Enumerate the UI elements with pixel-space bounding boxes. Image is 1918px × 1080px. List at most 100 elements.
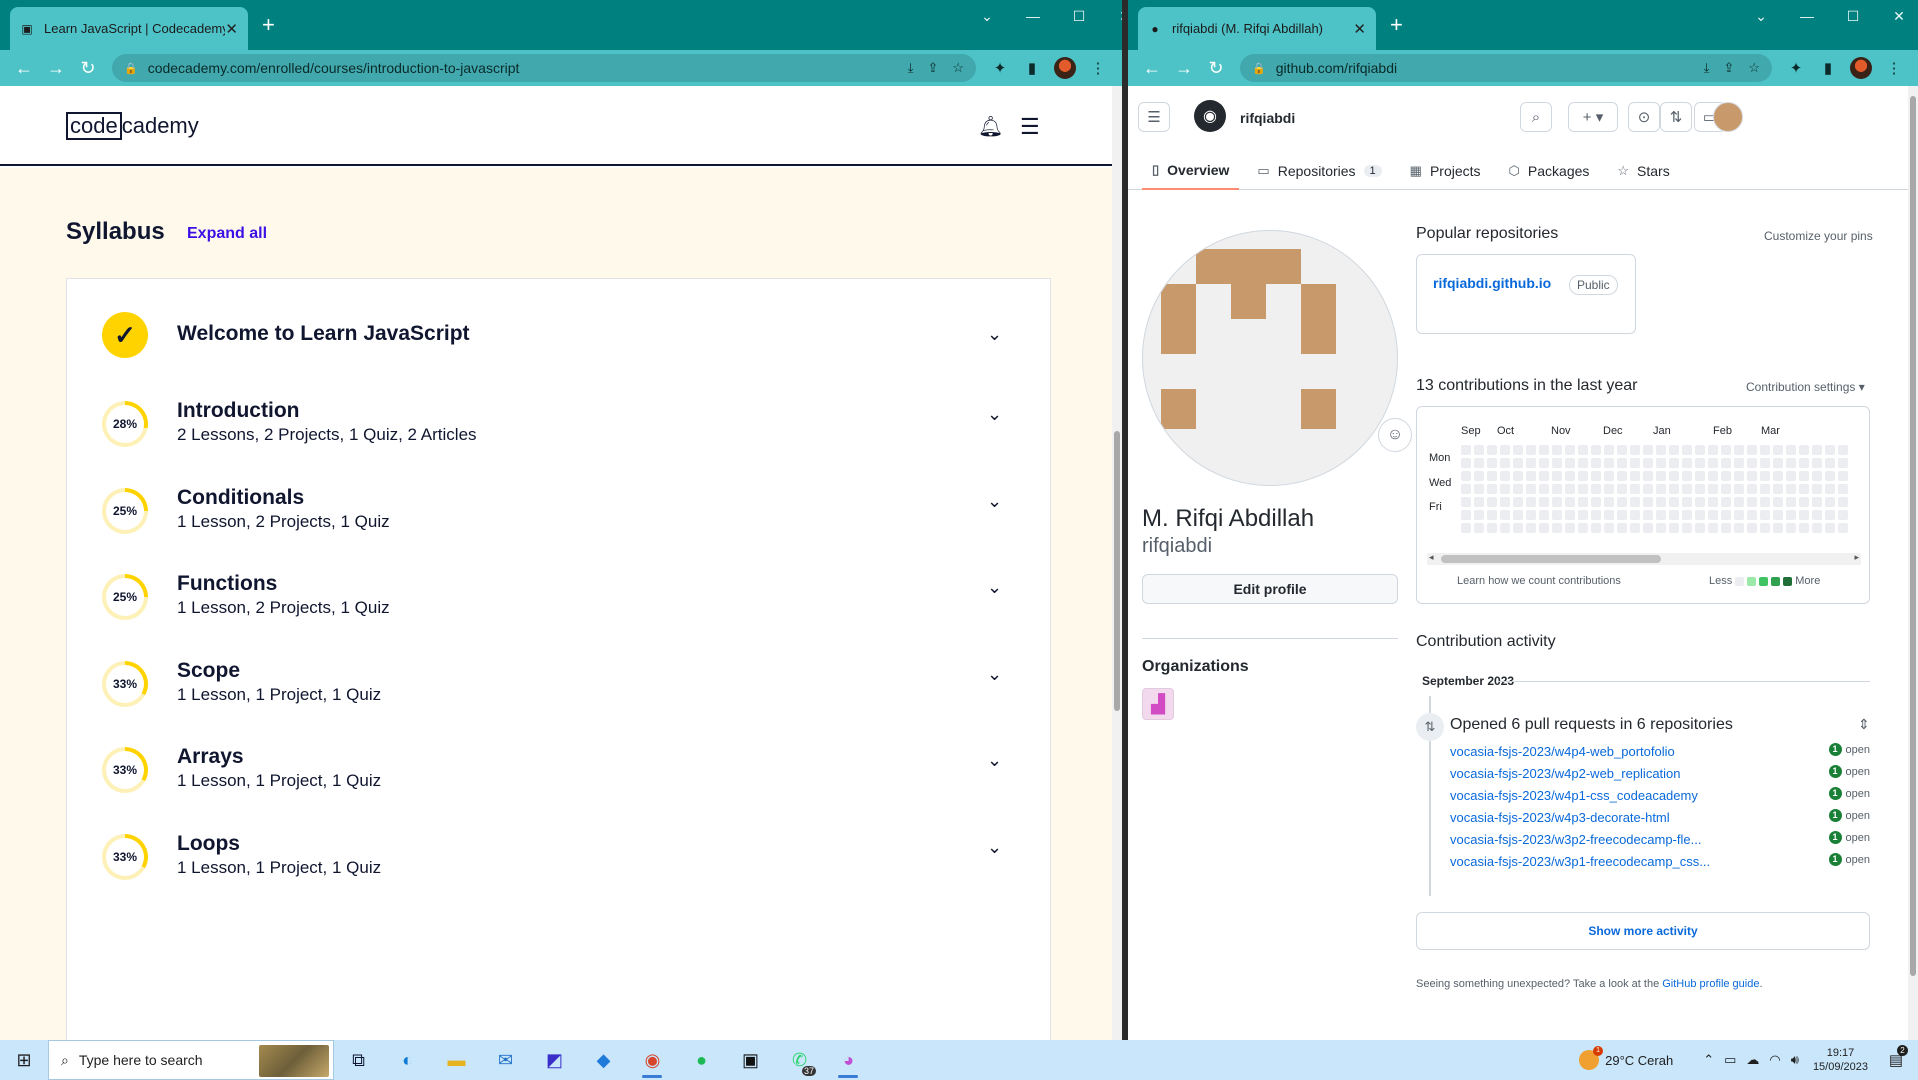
chevron-down-icon[interactable]: ⌄ bbox=[987, 750, 1002, 771]
contribution-cell[interactable] bbox=[1812, 497, 1822, 507]
contribution-cell[interactable] bbox=[1500, 458, 1510, 468]
contribution-cell[interactable] bbox=[1734, 510, 1744, 520]
sidepanel-icon[interactable]: ▮ bbox=[1016, 59, 1048, 77]
tab-stars[interactable]: ☆ Stars bbox=[1607, 152, 1679, 190]
scroll-right-arrow-icon[interactable]: ▸ bbox=[1854, 552, 1859, 563]
chevron-down-icon[interactable]: ⌄ bbox=[987, 577, 1002, 598]
contribution-cell[interactable] bbox=[1721, 445, 1731, 455]
contribution-cell[interactable] bbox=[1591, 445, 1601, 455]
contribution-cell[interactable] bbox=[1786, 458, 1796, 468]
discord-icon[interactable]: ◕ bbox=[824, 1040, 873, 1080]
contribution-cell[interactable] bbox=[1838, 510, 1848, 520]
customize-pins-link[interactable]: Customize your pins bbox=[1764, 229, 1873, 243]
contribution-cell[interactable] bbox=[1604, 510, 1614, 520]
contribution-cell[interactable] bbox=[1643, 523, 1653, 533]
contribution-cell[interactable] bbox=[1825, 458, 1835, 468]
extensions-icon[interactable]: ✦ bbox=[984, 59, 1016, 77]
contribution-cell[interactable] bbox=[1682, 471, 1692, 481]
taskbar-search-box[interactable]: ⌕ Type here to search bbox=[48, 1040, 334, 1080]
contribution-cell[interactable] bbox=[1513, 458, 1523, 468]
contribution-cell[interactable] bbox=[1838, 445, 1848, 455]
contribution-cell[interactable] bbox=[1526, 497, 1536, 507]
contribution-cell[interactable] bbox=[1773, 523, 1783, 533]
contribution-cell[interactable] bbox=[1539, 510, 1549, 520]
create-new-button[interactable]: + ▾ bbox=[1568, 102, 1618, 132]
contribution-cell[interactable] bbox=[1643, 445, 1653, 455]
contribution-cell[interactable] bbox=[1812, 523, 1822, 533]
contribution-cell[interactable] bbox=[1734, 471, 1744, 481]
close-tab-icon[interactable]: ✕ bbox=[1353, 20, 1366, 38]
tab-projects[interactable]: ▦ Projects bbox=[1400, 152, 1491, 190]
contribution-cell[interactable] bbox=[1513, 523, 1523, 533]
contribution-cell[interactable] bbox=[1669, 471, 1679, 481]
contribution-cell[interactable] bbox=[1474, 471, 1484, 481]
contribution-cell[interactable] bbox=[1461, 484, 1471, 494]
contribution-cell[interactable] bbox=[1552, 471, 1562, 481]
contribution-cell[interactable] bbox=[1682, 458, 1692, 468]
contribution-cell[interactable] bbox=[1656, 484, 1666, 494]
minimize-button[interactable]: — bbox=[1784, 8, 1830, 25]
contribution-cell[interactable] bbox=[1474, 484, 1484, 494]
contribution-cell[interactable] bbox=[1721, 458, 1731, 468]
contribution-cell[interactable] bbox=[1474, 458, 1484, 468]
contribution-cell[interactable] bbox=[1643, 510, 1653, 520]
contribution-cell[interactable] bbox=[1500, 445, 1510, 455]
contribution-cell[interactable] bbox=[1747, 458, 1757, 468]
contribution-cell[interactable] bbox=[1487, 523, 1497, 533]
contribution-cell[interactable] bbox=[1617, 497, 1627, 507]
contribution-cell[interactable] bbox=[1630, 510, 1640, 520]
contribution-cell[interactable] bbox=[1669, 497, 1679, 507]
contribution-cell[interactable] bbox=[1682, 510, 1692, 520]
contribution-cell[interactable] bbox=[1578, 510, 1588, 520]
contribution-cell[interactable] bbox=[1578, 458, 1588, 468]
contribution-cell[interactable] bbox=[1526, 458, 1536, 468]
hamburger-menu-icon[interactable]: ☰ bbox=[1138, 102, 1170, 132]
contribution-cell[interactable] bbox=[1630, 497, 1640, 507]
contribution-cell[interactable] bbox=[1773, 445, 1783, 455]
header-username[interactable]: rifqiabdi bbox=[1240, 110, 1295, 126]
bookmark-star-icon[interactable]: ☆ bbox=[952, 60, 964, 76]
chevron-down-icon[interactable]: ⌄ bbox=[987, 491, 1002, 512]
contribution-cell[interactable] bbox=[1630, 471, 1640, 481]
contribution-cell[interactable] bbox=[1799, 484, 1809, 494]
contribution-cell[interactable] bbox=[1513, 445, 1523, 455]
wifi-icon[interactable]: ◠ bbox=[1769, 1052, 1780, 1068]
contribution-cell[interactable] bbox=[1760, 510, 1770, 520]
scrollbar-thumb[interactable] bbox=[1114, 431, 1120, 711]
syllabus-module[interactable]: 33% Arrays 1 Lesson, 1 Project, 1 Quiz ⌄ bbox=[67, 720, 1052, 820]
contribution-cell[interactable] bbox=[1734, 523, 1744, 533]
pinned-repo-link[interactable]: rifqiabdi.github.io bbox=[1433, 275, 1551, 291]
contribution-cell[interactable] bbox=[1812, 471, 1822, 481]
contribution-cell[interactable] bbox=[1708, 458, 1718, 468]
contribution-cell[interactable] bbox=[1552, 445, 1562, 455]
edit-profile-button[interactable]: Edit profile bbox=[1142, 574, 1398, 604]
contribution-cell[interactable] bbox=[1604, 445, 1614, 455]
bookmark-star-icon[interactable]: ☆ bbox=[1748, 60, 1760, 76]
close-window-button[interactable]: ✕ bbox=[1102, 8, 1122, 25]
contribution-cell[interactable] bbox=[1539, 497, 1549, 507]
cloud-icon[interactable]: ☁ bbox=[1746, 1052, 1759, 1068]
contribution-cell[interactable] bbox=[1500, 471, 1510, 481]
contribution-cell[interactable] bbox=[1773, 510, 1783, 520]
contribution-cell[interactable] bbox=[1500, 523, 1510, 533]
contribution-cell[interactable] bbox=[1838, 458, 1848, 468]
search-icon[interactable]: ⌕ bbox=[1520, 102, 1552, 132]
profile-avatar[interactable] bbox=[1054, 57, 1076, 79]
contribution-cell[interactable] bbox=[1578, 523, 1588, 533]
chevron-down-icon[interactable]: ⌄ bbox=[987, 324, 1002, 345]
contribution-cell[interactable] bbox=[1604, 484, 1614, 494]
contribution-cell[interactable] bbox=[1669, 445, 1679, 455]
tab-repositories[interactable]: ▭ Repositories 1 bbox=[1247, 152, 1391, 190]
contribution-cell[interactable] bbox=[1786, 484, 1796, 494]
pull-request-repo-link[interactable]: vocasia-fsjs-2023/w3p2-freecodecamp-fle.… bbox=[1450, 832, 1701, 847]
contribution-cell[interactable] bbox=[1643, 458, 1653, 468]
contribution-cell[interactable] bbox=[1721, 523, 1731, 533]
notification-center-icon[interactable]: ▤ 2 bbox=[1882, 1045, 1910, 1069]
contribution-cell[interactable] bbox=[1825, 471, 1835, 481]
menu-kebab-icon[interactable]: ⋮ bbox=[1878, 59, 1910, 77]
pull-request-repo-link[interactable]: vocasia-fsjs-2023/w4p4-web_portofolio bbox=[1450, 744, 1675, 759]
contribution-cell[interactable] bbox=[1825, 523, 1835, 533]
contribution-cell[interactable] bbox=[1747, 484, 1757, 494]
contribution-cell[interactable] bbox=[1721, 484, 1731, 494]
contribution-cell[interactable] bbox=[1721, 497, 1731, 507]
